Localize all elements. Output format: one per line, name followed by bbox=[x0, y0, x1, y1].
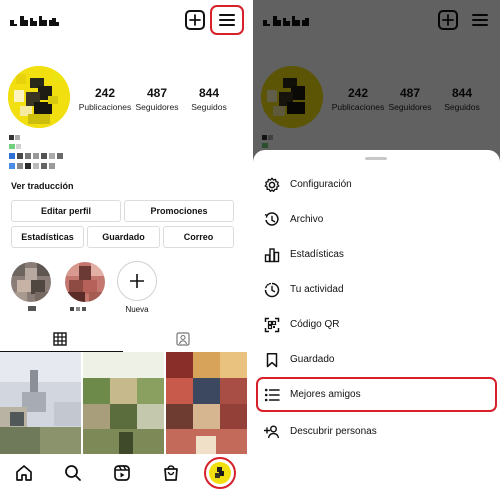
post-2-image bbox=[83, 352, 164, 454]
menu-item-insights[interactable]: Estadísticas bbox=[253, 237, 500, 272]
archive-icon bbox=[262, 210, 282, 230]
post-thumbnail-1[interactable] bbox=[0, 352, 81, 454]
shop-bag-icon bbox=[164, 465, 178, 481]
profile-menu-screen: 242 Publicaciones 487 Seguidores 844 Seg… bbox=[253, 0, 500, 495]
menu-item-close-friends[interactable]: Mejores amigos bbox=[256, 377, 497, 412]
avatar-image bbox=[8, 66, 70, 128]
menu-item-label: Estadísticas bbox=[290, 249, 344, 260]
menu-item-label: Archivo bbox=[290, 214, 324, 225]
menu-item-archive[interactable]: Archivo bbox=[253, 202, 500, 237]
nav-search[interactable] bbox=[61, 461, 85, 485]
tagged-person-icon bbox=[176, 332, 190, 346]
grid-icon bbox=[53, 332, 67, 346]
new-highlight-button[interactable] bbox=[117, 261, 157, 301]
stat-posts-label: Publicaciones bbox=[78, 102, 132, 112]
bookmark-icon bbox=[262, 350, 282, 370]
create-post-button[interactable] bbox=[185, 10, 205, 30]
sheet-drag-handle[interactable] bbox=[365, 157, 387, 160]
menu-item-qr-code[interactable]: Código QR bbox=[253, 307, 500, 342]
menu-button[interactable] bbox=[210, 5, 244, 35]
stat-posts[interactable]: 242 Publicaciones bbox=[75, 86, 135, 112]
insights-button[interactable]: Estadísticas bbox=[11, 226, 84, 248]
nav-profile[interactable] bbox=[204, 457, 236, 489]
hamburger-icon bbox=[219, 14, 235, 26]
menu-item-settings[interactable]: Configuración bbox=[253, 167, 500, 202]
menu-bottom-sheet: Configuración Archivo Estadísticas Tu ac… bbox=[253, 150, 500, 495]
menu-item-label: Tu actividad bbox=[290, 284, 344, 295]
menu-item-your-activity[interactable]: Tu actividad bbox=[253, 272, 500, 307]
stat-followers-label: Seguidores bbox=[135, 102, 179, 112]
nav-home[interactable] bbox=[12, 461, 36, 485]
tab-grid[interactable] bbox=[53, 332, 67, 351]
menu-item-discover-people[interactable]: Descubrir personas bbox=[253, 414, 500, 449]
post-1-image bbox=[0, 352, 81, 454]
saved-button[interactable]: Guardado bbox=[87, 226, 160, 248]
nav-reels[interactable] bbox=[110, 461, 134, 485]
story-highlight-2[interactable] bbox=[65, 262, 105, 302]
plus-icon bbox=[130, 274, 144, 288]
settings-icon bbox=[262, 175, 282, 195]
story-highlight-1[interactable] bbox=[11, 262, 51, 302]
menu-item-saved[interactable]: Guardado bbox=[253, 342, 500, 377]
stat-followers-value: 487 bbox=[146, 86, 168, 100]
stat-following-label: Seguidos bbox=[191, 102, 227, 112]
bottom-navigation bbox=[0, 455, 247, 495]
post-3-image bbox=[166, 352, 247, 454]
search-icon bbox=[65, 465, 81, 481]
qr-code-icon bbox=[262, 315, 282, 335]
reels-icon bbox=[114, 465, 130, 481]
see-translation-link[interactable]: Ver traducción bbox=[11, 181, 74, 191]
email-button[interactable]: Correo bbox=[163, 226, 234, 248]
highlight-2-image bbox=[65, 262, 105, 302]
post-thumbnail-2[interactable] bbox=[83, 352, 164, 454]
menu-item-label: Configuración bbox=[290, 179, 352, 190]
menu-item-label: Descubrir personas bbox=[290, 426, 377, 437]
highlight-titles-pixelated bbox=[28, 306, 86, 311]
new-highlight-label: Nueva bbox=[125, 305, 149, 314]
close-friends-list-icon bbox=[262, 385, 282, 405]
bio-pixelated bbox=[9, 135, 63, 169]
menu-item-label: Mejores amigos bbox=[290, 389, 361, 400]
profile-tabs bbox=[0, 328, 247, 352]
profile-avatar-icon bbox=[209, 462, 231, 484]
plus-icon bbox=[189, 14, 201, 26]
stat-following-value: 844 bbox=[198, 86, 220, 100]
promotions-button[interactable]: Promociones bbox=[124, 200, 234, 222]
home-icon bbox=[16, 465, 32, 481]
post-thumbnail-3[interactable] bbox=[166, 352, 247, 454]
stat-following[interactable]: 844 Seguidos bbox=[179, 86, 239, 112]
profile-screen: 242 Publicaciones 487 Seguidores 844 Seg… bbox=[0, 0, 247, 495]
profile-top-bar bbox=[0, 0, 247, 44]
activity-icon bbox=[262, 280, 282, 300]
add-person-icon bbox=[262, 422, 282, 442]
insights-icon bbox=[262, 245, 282, 265]
stat-followers[interactable]: 487 Seguidores bbox=[127, 86, 187, 112]
menu-item-label: Código QR bbox=[290, 319, 340, 330]
nav-shop[interactable] bbox=[159, 461, 183, 485]
tab-tagged[interactable] bbox=[176, 332, 190, 351]
edit-profile-button[interactable]: Editar perfil bbox=[11, 200, 121, 222]
highlight-1-image bbox=[11, 262, 51, 302]
profile-avatar[interactable] bbox=[8, 66, 70, 128]
posts-grid bbox=[0, 352, 247, 454]
username-pixelated bbox=[10, 16, 59, 26]
menu-item-label: Guardado bbox=[290, 354, 335, 365]
stat-posts-value: 242 bbox=[94, 86, 116, 100]
